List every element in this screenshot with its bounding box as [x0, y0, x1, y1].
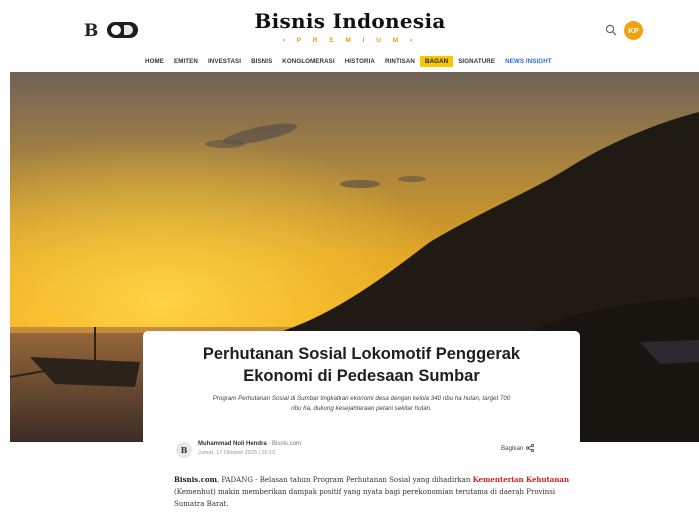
author-source: - Bisnis.com: [266, 441, 302, 447]
author-logo: B: [176, 442, 192, 458]
body-text-2: (Kemenhut) makin memberikan dampak posit…: [174, 488, 556, 508]
share-icon: [526, 444, 535, 452]
toggle-knob: [111, 25, 121, 35]
article-summary: Program Perhutanan Sosial di Sumbar ting…: [173, 394, 550, 414]
theme-toggle[interactable]: [107, 22, 138, 38]
publish-date: Jumat, 17 Oktober 2025 | 20:10: [198, 450, 276, 456]
nav-emiten[interactable]: EMITEN: [169, 56, 203, 67]
nav-signature[interactable]: SIGNATURE: [453, 56, 500, 67]
body-link-kemenhut[interactable]: Kementerian Kehutanan: [473, 475, 569, 484]
nav-rintisan[interactable]: RINTISAN: [380, 56, 420, 67]
title-line-2: Ekonomi di Pedesaan Sumbar: [243, 367, 480, 385]
body-text-1: , PADANG - Belasan tahun Program Perhuta…: [216, 476, 473, 484]
nav-konglomerasi[interactable]: KONGLOMERASI: [277, 56, 339, 67]
summary-line-1: Program Perhutanan Sosial di Sumbar ting…: [212, 395, 511, 402]
nav-home[interactable]: HOME: [140, 56, 169, 67]
site-logo[interactable]: Bisnis Indonesia: [250, 9, 450, 33]
mini-logo[interactable]: B: [84, 21, 98, 41]
nav-news-insight[interactable]: NEWS INSIGHT: [500, 56, 557, 67]
author-name[interactable]: Muhammad Noli Hendra: [198, 441, 267, 447]
site-header: B Bisnis Indonesia • P R E M I U M • KP …: [0, 0, 699, 70]
nav-historia[interactable]: HISTORIA: [340, 56, 380, 67]
nav-bisnis[interactable]: BISNIS: [246, 56, 277, 67]
article-body: Bisnis.com, PADANG - Belasan tahun Progr…: [174, 474, 584, 510]
nav-bagan[interactable]: BAGAN: [420, 55, 454, 67]
author-byline[interactable]: Muhammad Noli Hendra - Bisnis.com: [198, 441, 301, 447]
article-title: Perhutanan Sosial Lokomotif Penggerak Ek…: [163, 343, 560, 387]
avatar[interactable]: KP: [624, 21, 643, 40]
share-button[interactable]: Bagikan: [501, 444, 535, 452]
nav-investasi[interactable]: INVESTASI: [203, 56, 246, 67]
share-label: Bagikan: [501, 444, 524, 452]
summary-line-2: ribu ha, dukung kesejahteraan petani sek…: [291, 405, 432, 412]
body-source: Bisnis.com: [174, 475, 217, 484]
premium-label: • P R E M I U M •: [282, 37, 418, 44]
article-header-card: Perhutanan Sosial Lokomotif Penggerak Ek…: [143, 331, 580, 469]
title-line-1: Perhutanan Sosial Lokomotif Penggerak: [202, 345, 521, 363]
search-icon[interactable]: [605, 24, 617, 36]
moon-icon: [124, 25, 133, 35]
main-nav: HOME EMITEN INVESTASI BISNIS KONGLOMERAS…: [140, 54, 557, 68]
